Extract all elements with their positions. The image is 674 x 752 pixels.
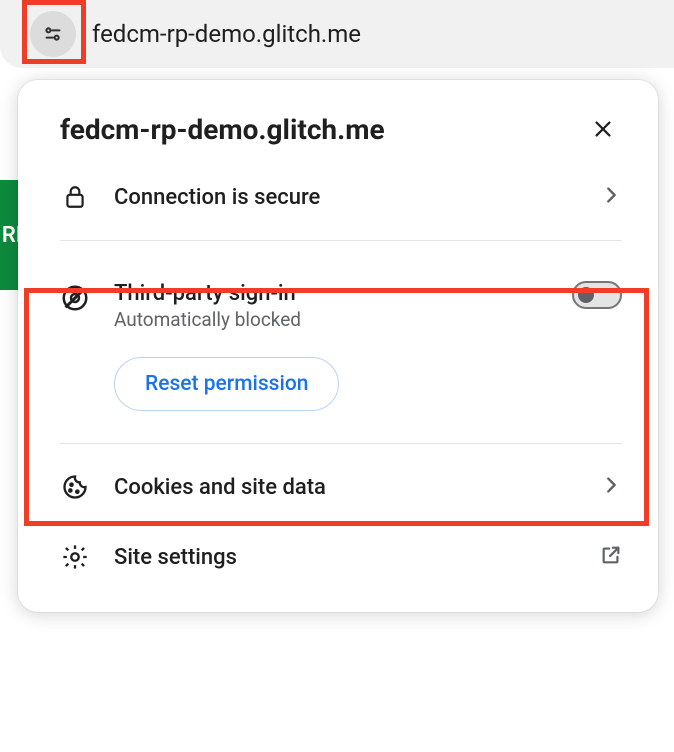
blocked-eye-icon [60, 283, 90, 313]
cookie-icon [61, 473, 89, 501]
chevron-right-icon [600, 184, 622, 206]
cookies-row[interactable]: Cookies and site data [18, 452, 658, 522]
gear-icon [61, 543, 89, 571]
divider [60, 240, 622, 241]
reset-permission-button[interactable]: Reset permission [114, 357, 339, 411]
settings-label: Site settings [114, 545, 576, 570]
toggle-knob [578, 287, 594, 303]
connection-label: Connection is secure [114, 185, 576, 210]
site-info-popup: fedcm-rp-demo.glitch.me Connection is se… [18, 80, 658, 612]
close-button[interactable] [584, 110, 622, 148]
popup-title: fedcm-rp-demo.glitch.me [60, 113, 385, 146]
signin-toggle[interactable] [572, 281, 622, 309]
third-party-signin-row: Third-party sign-in Automatically blocke… [18, 261, 658, 351]
connection-row[interactable]: Connection is secure [18, 162, 658, 232]
external-link-icon [600, 544, 622, 566]
lock-icon [62, 184, 88, 210]
highlight-box-chip [22, 0, 86, 64]
divider [60, 443, 622, 444]
address-bar: fedcm-rp-demo.glitch.me [0, 0, 674, 68]
address-text[interactable]: fedcm-rp-demo.glitch.me [92, 20, 361, 48]
signin-label: Third-party sign-in [114, 281, 548, 306]
chevron-right-icon [600, 474, 622, 496]
signin-sub: Automatically blocked [114, 308, 548, 331]
site-settings-row[interactable]: Site settings [18, 522, 658, 592]
close-icon [592, 118, 614, 140]
cookies-label: Cookies and site data [114, 475, 576, 500]
